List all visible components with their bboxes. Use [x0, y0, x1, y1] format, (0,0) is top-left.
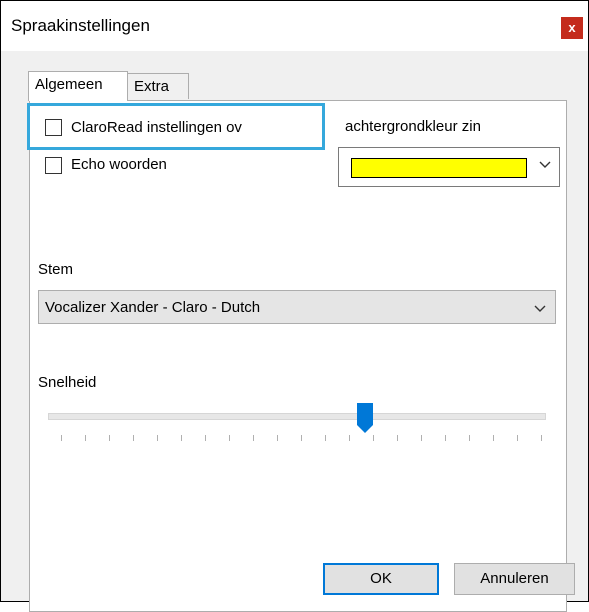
slider-tick [349, 435, 350, 441]
slider-tick [469, 435, 470, 441]
tab-extra[interactable]: Extra [127, 73, 189, 99]
dialog-window: Spraakinstellingen x Algemeen Extra Clar… [0, 0, 589, 612]
slider-tick [517, 435, 518, 441]
slider-tick [421, 435, 422, 441]
slider-tick [133, 435, 134, 441]
slider-tick [397, 435, 398, 441]
speed-slider-thumb[interactable] [357, 403, 374, 433]
slider-tick [541, 435, 542, 441]
echo-words-label: Echo woorden [71, 156, 167, 173]
background-color-label: achtergrondkleur zin [345, 118, 481, 135]
window-title: Spraakinstellingen [11, 16, 150, 35]
title-bar: Spraakinstellingen x [1, 1, 588, 51]
slider-tick [229, 435, 230, 441]
slider-tick [109, 435, 110, 441]
slider-tick [181, 435, 182, 441]
background-color-swatch [351, 158, 527, 178]
slider-tick [157, 435, 158, 441]
chevron-down-icon [538, 158, 552, 173]
cancel-button[interactable]: Annuleren [454, 563, 575, 595]
slider-tick [373, 435, 374, 441]
voice-label: Stem [38, 261, 74, 278]
claroread-checkbox[interactable] [45, 119, 62, 136]
ok-button[interactable]: OK [323, 563, 439, 595]
tab-general[interactable]: Algemeen [28, 71, 128, 101]
slider-tick [61, 435, 62, 441]
close-button[interactable]: x [561, 17, 583, 39]
slider-tick [277, 435, 278, 441]
slider-tick [205, 435, 206, 441]
voice-dropdown[interactable]: Vocalizer Xander - Claro - Dutch [38, 290, 556, 324]
background-color-dropdown[interactable] [338, 147, 560, 187]
slider-tick [301, 435, 302, 441]
slider-tick [325, 435, 326, 441]
slider-tick [493, 435, 494, 441]
chevron-down-icon [533, 302, 547, 317]
voice-value: Vocalizer Xander - Claro - Dutch [45, 299, 261, 316]
echo-words-checkbox[interactable] [45, 157, 62, 174]
claroread-checkbox-label: ClaroRead instellingen ov [71, 119, 242, 136]
speed-label: Snelheid [38, 374, 97, 391]
speed-slider-track[interactable] [48, 413, 546, 420]
slider-tick [253, 435, 254, 441]
slider-tick [85, 435, 86, 441]
slider-tick [445, 435, 446, 441]
